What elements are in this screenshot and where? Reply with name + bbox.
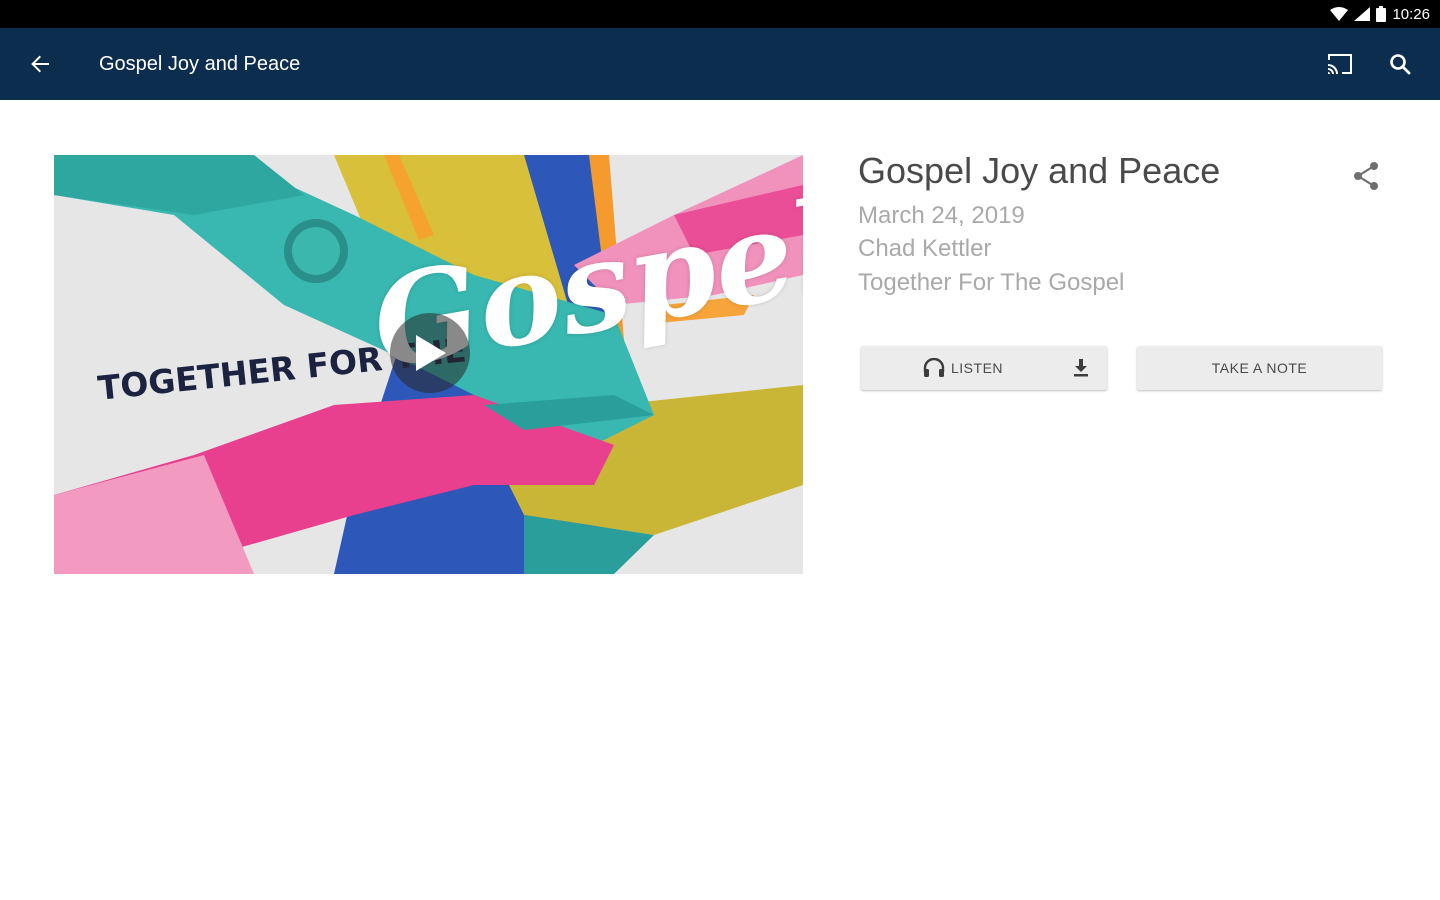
status-time: 10:26 (1392, 5, 1430, 23)
battery-icon (1376, 6, 1387, 22)
sermon-title: Gospel Joy and Peace (858, 150, 1221, 191)
app-bar: Gospel Joy and Peace (0, 28, 1440, 100)
cellular-signal-icon (1354, 7, 1371, 21)
sermon-speaker: Chad Kettler (858, 235, 992, 262)
status-bar: 10:26 (0, 0, 1440, 28)
share-button[interactable] (1346, 156, 1386, 196)
listen-button-content: LISTEN (923, 346, 1003, 390)
play-button[interactable] (390, 313, 470, 393)
sermon-artwork-video[interactable]: TOGETHER FOR THE Gospel (54, 155, 803, 574)
take-a-note-button[interactable]: TAKE A NOTE (1137, 346, 1382, 390)
status-icons: 10:26 (1330, 4, 1430, 24)
headphones-icon (923, 358, 945, 377)
listen-button[interactable]: LISTEN (861, 346, 1107, 390)
download-icon (1074, 359, 1088, 377)
listen-label: LISTEN (951, 360, 1004, 376)
share-icon (1354, 162, 1378, 190)
app-bar-title: Gospel Joy and Peace (99, 53, 301, 75)
search-button[interactable] (1382, 46, 1418, 82)
sermon-date: March 24, 2019 (858, 202, 1025, 229)
take-a-note-label: TAKE A NOTE (1211, 360, 1308, 376)
download-button[interactable] (1067, 354, 1095, 382)
wifi-icon (1330, 7, 1349, 21)
sermon-series: Together For The Gospel (858, 269, 1125, 296)
cast-icon (1328, 54, 1352, 74)
play-icon (416, 335, 446, 371)
cast-button[interactable] (1322, 46, 1358, 82)
back-button[interactable] (22, 46, 58, 82)
search-icon (1390, 54, 1411, 75)
back-arrow-icon (31, 55, 49, 73)
